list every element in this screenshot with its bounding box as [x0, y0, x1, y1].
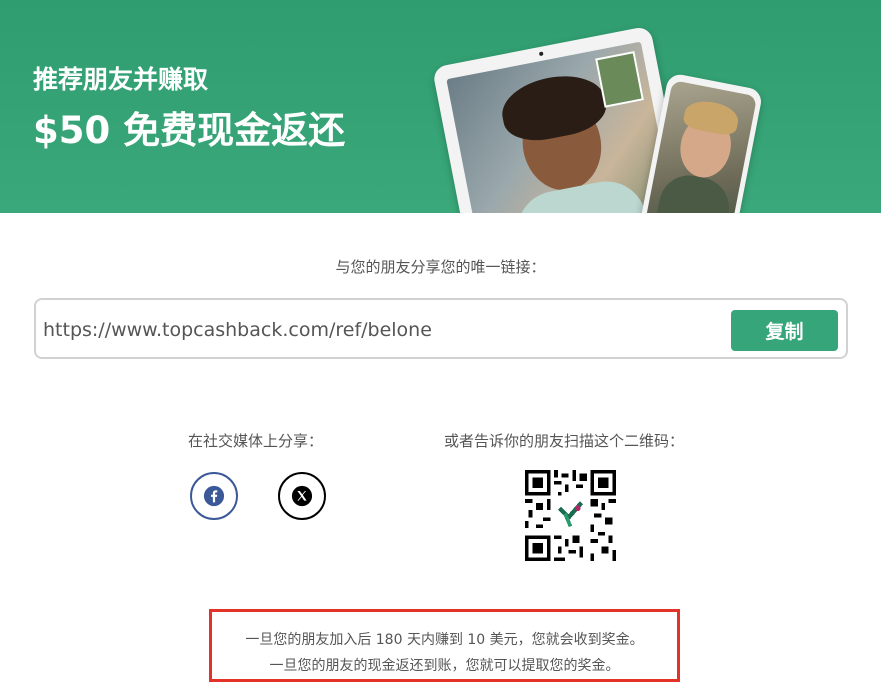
facebook-icon	[203, 485, 225, 507]
banner-title: $50 免费现金返还	[33, 109, 346, 152]
bonus-line-2: 一旦您的朋友的现金返还到账，您就可以提取您的奖金。	[269, 658, 620, 674]
hero-banner: 推荐朋友并赚取 $50 免费现金返还	[0, 0, 881, 213]
referral-link-field[interactable]: https://www.topcashback.com/ref/belone	[34, 298, 848, 359]
facebook-share-button[interactable]	[190, 472, 238, 520]
bonus-info-box: 一旦您的朋友加入后 180 天内赚到 10 美元，您就会收到奖金。 一旦您的朋友…	[209, 609, 680, 682]
bonus-line-1: 一旦您的朋友加入后 180 天内赚到 10 美元，您就会收到奖金。	[245, 632, 644, 648]
qr-code	[525, 470, 616, 561]
x-share-button[interactable]	[278, 472, 326, 520]
social-share-label: 在社交媒体上分享：	[188, 432, 324, 450]
qr-code-label: 或者告诉你的朋友扫描这个二维码：	[444, 432, 685, 450]
banner-subtitle: 推荐朋友并赚取	[33, 65, 209, 94]
copy-button[interactable]: 复制	[731, 310, 838, 351]
x-twitter-icon	[291, 485, 313, 507]
referral-link-text[interactable]: https://www.topcashback.com/ref/belone	[43, 319, 432, 341]
share-link-label: 与您的朋友分享您的唯一链接：	[335, 258, 546, 276]
